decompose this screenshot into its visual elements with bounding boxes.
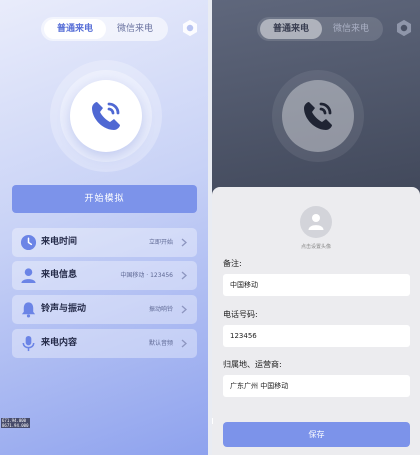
menu-label: 来电信息 bbox=[41, 270, 78, 280]
menu-label: 铃声与振动 bbox=[41, 304, 87, 314]
incoming-call-home-screen: 普通来电 微信来电 开始模拟 来电时间 立即开始 来电信息 中国移动 · 123… bbox=[0, 0, 208, 455]
phone-number-label: 电话号码: bbox=[223, 310, 258, 319]
clock-icon bbox=[20, 234, 37, 251]
menu-value: 中国移动 · 123456 bbox=[120, 272, 173, 279]
avatar-hint: 点击设置头像 bbox=[300, 244, 331, 250]
avatar-picker[interactable] bbox=[300, 206, 332, 238]
debug-stamp-line: 8671.94.000 bbox=[2, 423, 29, 428]
menu-item-call-time[interactable]: 来电时间 立即开始 bbox=[12, 228, 197, 257]
tab-normal-call[interactable]: 普通来电 bbox=[260, 19, 322, 39]
start-simulation-button[interactable]: 开始模拟 bbox=[12, 185, 197, 213]
call-type-switch: 普通来电 微信来电 bbox=[41, 17, 168, 41]
person-icon bbox=[21, 268, 36, 284]
menu-label: 来电内容 bbox=[41, 338, 78, 348]
call-type-switch: 普通来电 微信来电 bbox=[257, 17, 383, 41]
menu-value: 振动响铃 bbox=[148, 306, 173, 313]
phone-number-input[interactable]: 123456 bbox=[223, 325, 410, 347]
phone-ringing-icon bbox=[304, 102, 332, 130]
menu-item-caller-info[interactable]: 来电信息 中国移动 · 123456 bbox=[12, 261, 197, 290]
caller-info-sheet: 点击设置头像 备注: 中国移动 电话号码: 123456 归属地、运营商: 广东… bbox=[212, 187, 420, 455]
chevron-right-icon bbox=[181, 339, 187, 348]
debug-stamp bbox=[212, 418, 213, 424]
remark-input[interactable]: 中国移动 bbox=[223, 274, 410, 296]
gear-icon[interactable] bbox=[395, 19, 413, 37]
microphone-icon bbox=[22, 335, 35, 352]
phone-ringing-icon bbox=[92, 102, 120, 130]
chevron-right-icon bbox=[181, 305, 187, 314]
location-carrier-input[interactable]: 广东广州 中国移动 bbox=[223, 375, 410, 397]
remark-label: 备注: bbox=[223, 259, 242, 268]
bell-icon bbox=[21, 302, 36, 318]
menu-item-ringtone-vibration[interactable]: 铃声与振动 振动响铃 bbox=[12, 295, 197, 324]
menu-value: 立即开始 bbox=[148, 239, 173, 246]
menu-item-call-content[interactable]: 来电内容 默认音频 bbox=[12, 329, 197, 358]
tab-normal-call[interactable]: 普通来电 bbox=[44, 19, 106, 39]
chevron-right-icon bbox=[181, 271, 187, 280]
location-carrier-label: 归属地、运营商: bbox=[223, 360, 282, 369]
chevron-right-icon bbox=[181, 238, 187, 247]
phone-call-button bbox=[282, 80, 354, 152]
debug-stamp: 671.94.000 8671.94.000 bbox=[1, 418, 30, 428]
phone-call-button[interactable] bbox=[70, 80, 142, 152]
tab-wechat-call[interactable]: 微信来电 bbox=[104, 19, 166, 39]
menu-value: 默认音频 bbox=[148, 340, 173, 347]
caller-info-edit-screen: 普通来电 微信来电 点击设置头像 备注: 中国移动 电话号码: 123456 归… bbox=[212, 0, 420, 455]
gear-icon[interactable] bbox=[181, 19, 199, 37]
tab-wechat-call[interactable]: 微信来电 bbox=[320, 19, 382, 39]
save-button[interactable]: 保存 bbox=[223, 422, 410, 447]
person-icon bbox=[308, 214, 324, 230]
menu-label: 来电时间 bbox=[41, 237, 78, 247]
